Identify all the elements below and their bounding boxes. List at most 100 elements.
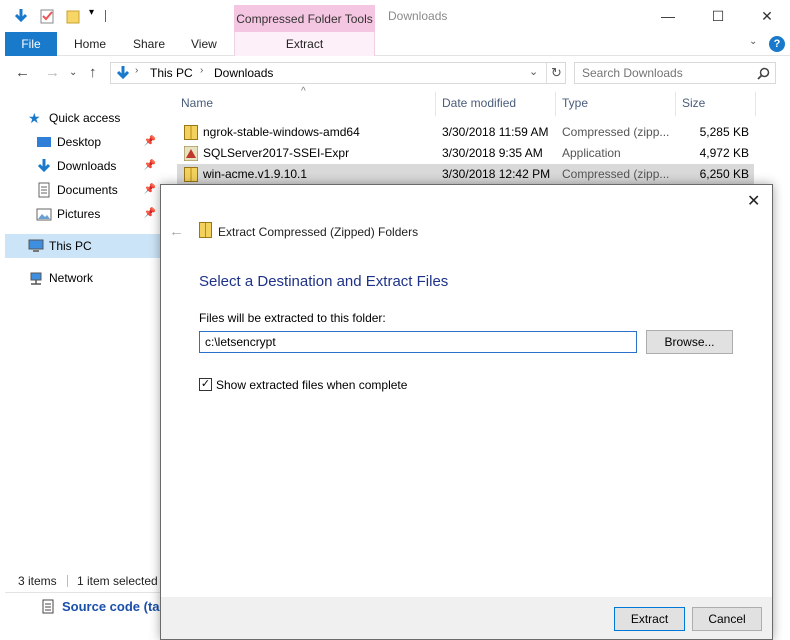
status-bar: 3 items 1 item selected (5, 570, 165, 592)
back-arrow-icon[interactable]: ← (15, 64, 30, 81)
nav-label: Downloads (57, 159, 117, 173)
recent-locations-icon[interactable]: ⌄ (69, 67, 77, 78)
star-icon: ★ (28, 110, 41, 126)
new-folder-icon[interactable] (65, 8, 81, 24)
file-row[interactable]: win-acme.v1.9.10.1 3/30/2018 12:42 PM Co… (177, 164, 754, 185)
address-dropdown-icon[interactable]: ⌄ (529, 65, 538, 78)
file-type: Application (562, 146, 621, 160)
refresh-icon[interactable]: ↻ (546, 63, 566, 83)
up-arrow-icon[interactable]: ↑ (89, 64, 97, 81)
column-header-type[interactable]: Type (562, 96, 588, 110)
nav-pictures[interactable]: Pictures 📌 (5, 202, 160, 226)
nav-network[interactable]: Network (5, 266, 160, 290)
file-type: Compressed (zipp... (562, 125, 670, 139)
file-size: 4,972 KB (699, 146, 749, 160)
cancel-button[interactable]: Cancel (692, 607, 762, 631)
column-separator[interactable] (675, 92, 676, 116)
desktop-icon (37, 137, 51, 147)
destination-label: Files will be extracted to this folder: (199, 311, 386, 325)
quick-access-properties-icon[interactable] (39, 8, 55, 24)
show-files-label[interactable]: Show extracted files when complete (216, 378, 407, 392)
nav-quick-access[interactable]: ★ Quick access (5, 106, 160, 130)
zip-folder-icon (199, 222, 212, 238)
breadcrumb-this-pc[interactable]: This PC (150, 66, 193, 80)
column-separator[interactable] (435, 92, 436, 116)
zip-icon (184, 125, 198, 140)
show-files-checkbox[interactable]: ✓ (199, 378, 212, 391)
nav-label: Quick access (49, 111, 121, 125)
navigation-bar: ← → ⌄ ↑ › This PC › Downloads ⌄ ↻ (5, 56, 790, 90)
file-type: Compressed (zipp... (562, 167, 670, 181)
file-size: 6,250 KB (699, 167, 749, 181)
context-tab-header: Compressed Folder Tools (234, 5, 375, 33)
pin-icon[interactable]: 📌 (144, 130, 156, 154)
file-row[interactable]: ngrok-stable-windows-amd64 3/30/2018 11:… (177, 122, 754, 143)
nav-label: Pictures (57, 207, 101, 221)
nav-label: Documents (57, 183, 118, 197)
column-header-date[interactable]: Date modified (442, 96, 516, 110)
document-icon (42, 599, 54, 614)
tab-extract[interactable]: Extract (234, 32, 375, 56)
properties-icon[interactable] (13, 8, 29, 24)
column-header-name[interactable]: Name (181, 96, 213, 110)
column-separator[interactable] (755, 92, 756, 116)
close-button[interactable]: ✕ (744, 5, 790, 27)
ribbon-expand-icon[interactable]: ⌄ (749, 36, 757, 47)
pin-icon[interactable]: 📌 (144, 154, 156, 178)
column-separator[interactable] (555, 92, 556, 116)
extract-button[interactable]: Extract (614, 607, 685, 631)
search-input[interactable] (575, 63, 745, 83)
zip-icon (184, 167, 198, 182)
window-title: Downloads (388, 9, 448, 23)
source-code-link[interactable]: Source code (ta (62, 599, 160, 614)
toolbar-separator (105, 10, 106, 22)
file-date: 3/30/2018 11:59 AM (442, 125, 549, 139)
sort-indicator-icon: ^ (301, 86, 306, 97)
pin-icon[interactable]: 📌 (144, 202, 156, 226)
minimize-button[interactable]: — (645, 5, 691, 27)
search-icon[interactable] (757, 67, 770, 80)
documents-icon (38, 182, 50, 198)
dialog-footer: Extract Cancel (161, 597, 772, 639)
nav-this-pc[interactable]: This PC (5, 234, 160, 258)
file-date: 3/30/2018 9:35 AM (442, 146, 543, 160)
tab-home[interactable]: Home (74, 32, 106, 56)
background-page: Source code (ta (5, 592, 165, 640)
customize-toolbar-icon[interactable]: ▾ (89, 7, 94, 18)
forward-arrow-icon[interactable]: → (45, 64, 60, 81)
browse-button[interactable]: Browse... (646, 330, 733, 354)
address-bar[interactable]: › This PC › Downloads ⌄ ↻ (110, 62, 566, 84)
nav-label: Network (49, 271, 94, 285)
dialog-close-button[interactable]: ✕ (747, 191, 760, 211)
status-item-count: 3 items (18, 574, 57, 588)
breadcrumb-chevron-icon: › (200, 65, 204, 76)
help-icon[interactable]: ? (769, 36, 785, 52)
search-box (574, 62, 776, 84)
status-separator (67, 575, 68, 587)
tab-file[interactable]: File (5, 32, 57, 56)
network-icon (30, 272, 42, 285)
pictures-icon (36, 208, 52, 221)
extract-dialog: ✕ ← Extract Compressed (Zipped) Folders … (160, 184, 773, 640)
file-name: win-acme.v1.9.10.1 (203, 167, 308, 181)
breadcrumb-chevron-icon: › (135, 65, 139, 76)
nav-documents[interactable]: Documents 📌 (5, 178, 160, 202)
destination-input[interactable] (199, 331, 637, 353)
navigation-pane: ★ Quick access Desktop 📌 Downloads 📌 Doc… (5, 90, 160, 570)
dialog-title: Extract Compressed (Zipped) Folders (218, 225, 419, 239)
computer-icon (28, 239, 44, 252)
installer-icon (184, 146, 198, 161)
nav-desktop[interactable]: Desktop 📌 (5, 130, 160, 154)
column-header-size[interactable]: Size (682, 96, 705, 110)
pin-icon[interactable]: 📌 (144, 178, 156, 202)
download-icon (37, 159, 51, 173)
status-selection: 1 item selected (77, 574, 158, 588)
file-row[interactable]: SQLServer2017-SSEI-Expr 3/30/2018 9:35 A… (177, 143, 754, 164)
breadcrumb-downloads[interactable]: Downloads (214, 66, 273, 80)
maximize-button[interactable]: ☐ (695, 5, 741, 27)
nav-label: Desktop (57, 135, 102, 149)
nav-downloads[interactable]: Downloads 📌 (5, 154, 160, 178)
tab-view[interactable]: View (191, 32, 217, 56)
dialog-back-arrow-icon[interactable]: ← (169, 223, 184, 240)
tab-share[interactable]: Share (133, 32, 165, 56)
